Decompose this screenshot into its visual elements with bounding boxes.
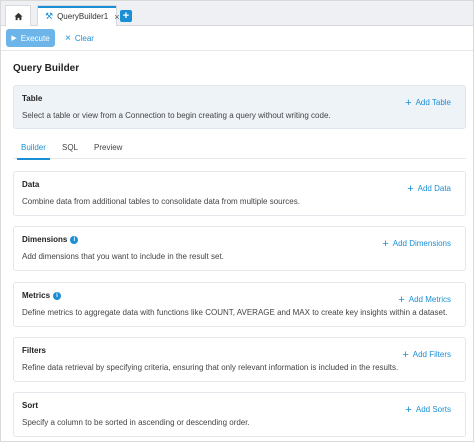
clear-button[interactable]: × Clear	[65, 29, 94, 47]
section-description: Define metrics to aggregate data with fu…	[22, 308, 448, 317]
plus-icon: +	[405, 403, 412, 416]
plus-icon: +	[402, 348, 409, 361]
add-filters-label: Add Filters	[412, 350, 451, 359]
page-title: Query Builder	[13, 63, 80, 74]
plus-icon: +	[398, 293, 405, 306]
section-title: Filters	[22, 346, 47, 355]
section-description: Specify a column to be sorted in ascendi…	[22, 418, 250, 427]
home-icon	[13, 12, 23, 20]
tab-preview[interactable]: Preview	[94, 143, 122, 159]
plus-icon: +	[382, 237, 389, 250]
add-tab-button[interactable]: +	[120, 10, 132, 22]
view-tabs: Builder SQL Preview	[13, 139, 466, 160]
section-title: Dimensions i	[22, 235, 79, 244]
section-title: Metrics i	[22, 291, 62, 300]
app-frame: ⚒ QueryBuilder1 × + ▶ Execute × Clear Qu…	[0, 0, 474, 442]
tab-builder[interactable]: Builder	[17, 143, 50, 160]
plus-icon: +	[405, 96, 412, 109]
table-panel-title: Table	[22, 94, 43, 103]
info-icon[interactable]: i	[70, 235, 79, 244]
section-filters: Filters Refine data retrieval by specify…	[13, 337, 466, 382]
add-table-button[interactable]: + Add Table	[405, 96, 451, 109]
section-description: Combine data from additional tables to c…	[22, 197, 300, 206]
section-description: Refine data retrieval by specifying crit…	[22, 363, 399, 372]
tab-sql[interactable]: SQL	[62, 143, 78, 159]
play-icon: ▶	[11, 35, 17, 42]
table-panel: Table Select a table or view from a Conn…	[13, 85, 466, 129]
table-panel-description: Select a table or view from a Connection…	[22, 111, 331, 120]
execute-label: Execute	[20, 33, 50, 43]
section-title: Data	[22, 180, 40, 189]
add-dimensions-label: Add Dimensions	[392, 239, 451, 248]
magic-wand-icon: ⚒	[45, 11, 54, 21]
clear-label: Clear	[74, 33, 94, 43]
execute-button[interactable]: ▶ Execute	[6, 29, 55, 47]
section-title: Sort	[22, 401, 38, 410]
section-dimensions: Dimensions i Add dimensions that you want…	[13, 226, 466, 271]
close-icon: ×	[65, 32, 71, 44]
section-description: Add dimensions that you want to include …	[22, 252, 224, 261]
section-sort: Sort Specify a column to be sorted in as…	[13, 392, 466, 437]
add-data-label: Add Data	[417, 184, 451, 193]
add-table-label: Add Table	[415, 98, 451, 107]
home-tab[interactable]	[5, 5, 31, 26]
toolbar: ▶ Execute × Clear	[1, 26, 473, 51]
add-metrics-button[interactable]: + Add Metrics	[398, 293, 451, 306]
tab-label: QueryBuilder1	[57, 12, 109, 21]
close-icon[interactable]: ×	[114, 12, 119, 22]
section-data: Data Combine data from additional tables…	[13, 171, 466, 216]
info-icon[interactable]: i	[53, 291, 62, 300]
plus-icon: +	[407, 182, 414, 195]
add-metrics-label: Add Metrics	[408, 295, 451, 304]
add-filters-button[interactable]: + Add Filters	[402, 348, 451, 361]
add-sorts-button[interactable]: + Add Sorts	[405, 403, 451, 416]
add-dimensions-button[interactable]: + Add Dimensions	[382, 237, 451, 250]
tab-strip: ⚒ QueryBuilder1 × +	[1, 1, 473, 27]
add-data-button[interactable]: + Add Data	[407, 182, 451, 195]
tab-querybuilder1[interactable]: ⚒ QueryBuilder1 ×	[37, 5, 119, 27]
section-metrics: Metrics i Define metrics to aggregate dat…	[13, 282, 466, 327]
add-sorts-label: Add Sorts	[415, 405, 451, 414]
